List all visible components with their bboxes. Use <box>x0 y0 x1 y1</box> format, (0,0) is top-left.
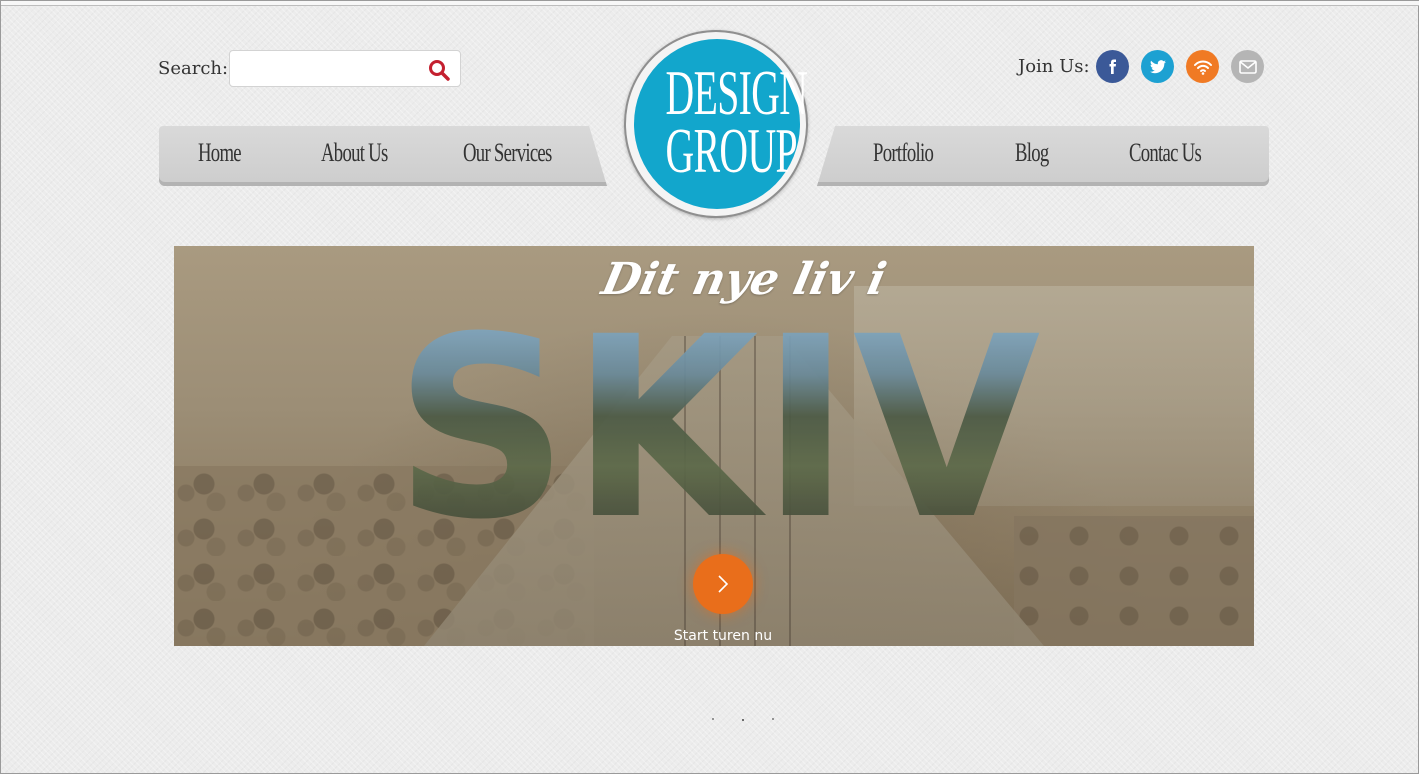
slider-dot-active[interactable] <box>742 719 744 721</box>
window-top-edge <box>1 1 1419 6</box>
search-label: Search: <box>158 58 229 79</box>
chevron-right-icon <box>718 575 729 593</box>
search-input[interactable] <box>238 57 422 81</box>
nav-item-about-us[interactable]: About Us <box>321 138 388 168</box>
search-icon[interactable] <box>427 58 451 82</box>
search-box[interactable] <box>229 50 461 87</box>
join-us-label: Join Us: <box>1018 56 1090 77</box>
twitter-icon[interactable] <box>1141 50 1174 83</box>
nav-item-portfolio[interactable]: Portfolio <box>873 138 934 168</box>
rss-icon[interactable] <box>1186 50 1219 83</box>
slider-dot[interactable] <box>712 718 714 720</box>
nav-item-blog[interactable]: Blog <box>1015 138 1049 168</box>
logo-text-line2: GROUP <box>665 115 798 186</box>
start-tour-label[interactable]: Start turen nu <box>614 628 832 644</box>
start-tour-button[interactable] <box>693 554 753 614</box>
hero-title-script: Dit nye liv i <box>597 254 891 305</box>
hero-banner: SKIVE Dit nye liv i Start turen nu <box>174 246 1254 646</box>
mail-icon[interactable] <box>1231 50 1264 83</box>
nav-item-our-services[interactable]: Our Services <box>463 138 552 168</box>
hero-title-big: SKIVE <box>394 283 1211 574</box>
slider-dot[interactable] <box>772 718 774 720</box>
nav-item-home[interactable]: Home <box>198 138 242 168</box>
nav-item-contact-us[interactable]: Contac Us <box>1129 138 1202 168</box>
facebook-icon[interactable] <box>1096 50 1129 83</box>
